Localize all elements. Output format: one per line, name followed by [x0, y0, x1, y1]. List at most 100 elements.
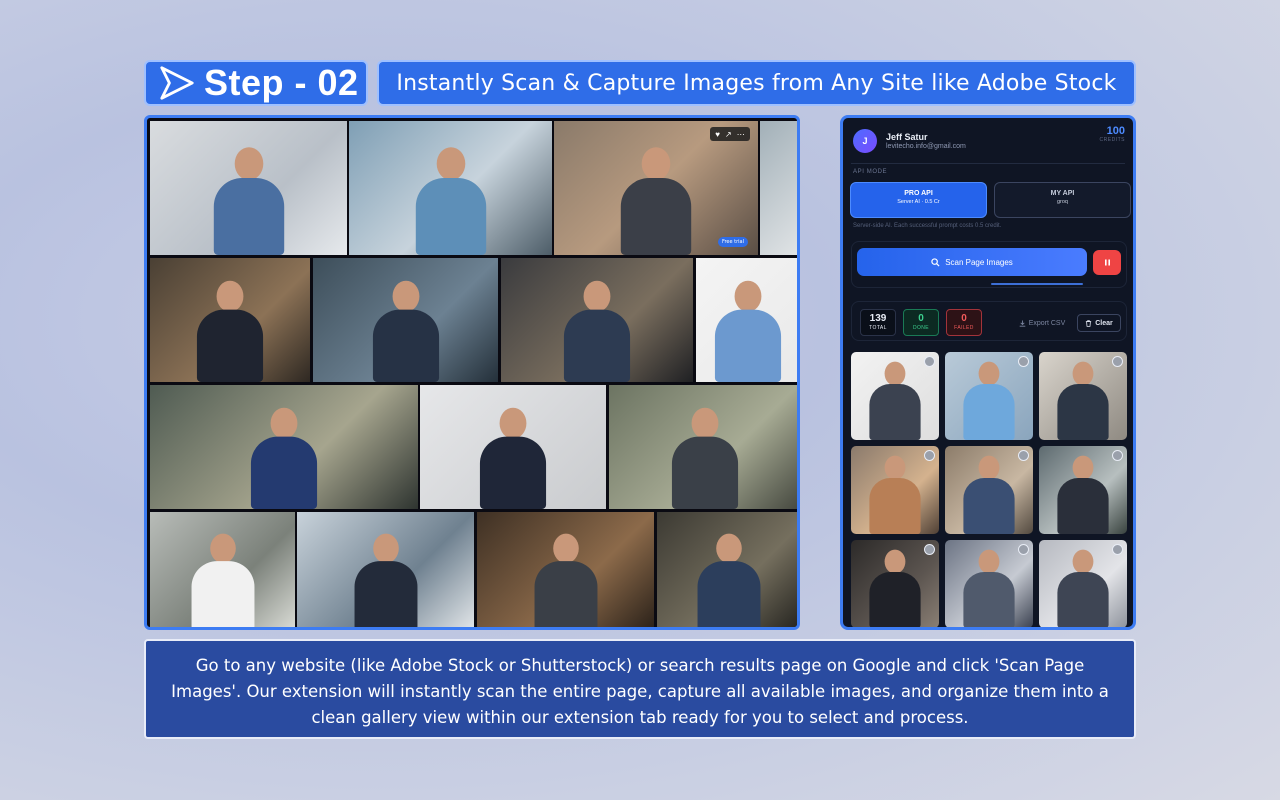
person-figure [534, 533, 597, 627]
person-figure [563, 280, 631, 382]
search-icon [931, 257, 940, 267]
stock-photo[interactable] [150, 385, 418, 509]
stat-total: 139 TOTAL [860, 309, 896, 336]
credits-label: CREDITS [1099, 137, 1125, 143]
photo-hover-actions[interactable]: ♥ ↗ ⋯ [710, 127, 750, 141]
person-figure [354, 533, 417, 627]
download-icon [1019, 319, 1026, 327]
select-checkbox[interactable] [1018, 356, 1029, 367]
select-checkbox[interactable] [1112, 356, 1123, 367]
credits-display: 100 CREDITS [1100, 125, 1125, 143]
stock-photo[interactable] [297, 512, 474, 627]
description-caption: Go to any website (like Adobe Stock or S… [144, 639, 1136, 739]
stock-photo[interactable] [760, 121, 797, 255]
person-figure [196, 280, 264, 382]
person-figure [1057, 361, 1109, 440]
scan-page-images-button[interactable]: Scan Page Images [857, 248, 1087, 276]
pro-api-button[interactable]: PRO API Server AI · 0.5 Cr [850, 182, 987, 218]
select-checkbox[interactable] [1112, 544, 1123, 555]
stat-total-label: TOTAL [869, 325, 887, 331]
captured-image-thumb[interactable] [851, 352, 939, 440]
share-icon[interactable]: ↗ [725, 130, 732, 139]
person-figure [714, 280, 782, 382]
person-figure [372, 280, 439, 382]
headline: Instantly Scan & Capture Images from Any… [377, 60, 1136, 106]
person-figure [415, 147, 486, 255]
stock-photo[interactable] [150, 121, 347, 255]
stock-photo[interactable] [657, 512, 797, 627]
credits-value: 100 [1106, 125, 1125, 137]
captured-image-thumb[interactable] [945, 446, 1033, 534]
extension-panel: J Jeff Satur levitecho.info@gmail.com 10… [840, 115, 1136, 630]
pro-api-title: PRO API [904, 190, 933, 197]
captured-image-thumb[interactable] [945, 540, 1033, 627]
person-figure [479, 407, 547, 509]
user-name: Jeff Satur [886, 132, 928, 142]
my-api-sub: groq [1056, 199, 1068, 205]
export-csv-label: Export CSV [1028, 319, 1066, 327]
stat-done-value: 0 [918, 313, 924, 324]
person-figure [697, 533, 760, 627]
stock-photo[interactable] [150, 512, 295, 627]
my-api-title: MY API [1050, 190, 1075, 197]
person-figure [869, 361, 921, 440]
captured-image-thumb[interactable] [851, 540, 939, 627]
my-api-button[interactable]: MY API groq [994, 182, 1131, 218]
select-checkbox[interactable] [1018, 544, 1029, 555]
person-figure [671, 407, 738, 509]
stock-photo[interactable] [150, 258, 310, 382]
export-csv-button[interactable]: Export CSV [1011, 314, 1073, 332]
stock-site-gallery: ♥ ↗ ⋯ Free trial [144, 115, 800, 630]
select-checkbox[interactable] [924, 356, 935, 367]
stock-photo[interactable] [477, 512, 654, 627]
captured-image-thumb[interactable] [1039, 540, 1127, 627]
step-badge: Step - 02 [144, 60, 368, 106]
divider [851, 163, 1125, 164]
heart-icon[interactable]: ♥ [715, 130, 720, 139]
select-checkbox[interactable] [1018, 450, 1029, 461]
stock-photo[interactable] [696, 258, 797, 382]
person-figure [250, 407, 318, 509]
free-trial-badge[interactable]: Free trial [717, 237, 748, 247]
person-figure [620, 147, 692, 255]
person-figure [963, 361, 1015, 440]
captured-image-thumb[interactable] [945, 352, 1033, 440]
person-figure [191, 533, 254, 627]
person-figure [869, 549, 921, 627]
captured-image-thumb[interactable] [1039, 446, 1127, 534]
clear-label: Clear [1095, 319, 1113, 327]
scan-button-label: Scan Page Images [945, 257, 1013, 267]
api-note: Server-side AI. Each successful prompt c… [853, 223, 1002, 229]
stock-photo[interactable] [420, 385, 606, 509]
stock-photo[interactable] [313, 258, 498, 382]
select-checkbox[interactable] [924, 450, 935, 461]
stat-done: 0 DONE [903, 309, 939, 336]
person-figure [1057, 549, 1109, 627]
captured-image-thumb[interactable] [1039, 352, 1127, 440]
pause-button[interactable] [1093, 250, 1121, 275]
stock-photo[interactable] [501, 258, 693, 382]
select-checkbox[interactable] [1112, 450, 1123, 461]
person-figure [963, 455, 1015, 534]
more-icon[interactable]: ⋯ [737, 130, 745, 139]
trash-icon [1086, 319, 1092, 327]
stat-total-value: 139 [869, 313, 887, 324]
stat-done-label: DONE [912, 325, 930, 331]
select-checkbox[interactable] [924, 544, 935, 555]
user-row: J Jeff Satur levitecho.info@gmail.com 10… [853, 122, 1125, 160]
stat-failed: 0 FAILED [946, 309, 982, 336]
user-email: levitecho.info@gmail.com [886, 143, 966, 150]
arrow-cursor-icon [160, 66, 194, 100]
pause-icon [1104, 259, 1110, 266]
person-figure [1057, 455, 1109, 534]
avatar[interactable]: J [853, 129, 877, 153]
clear-button[interactable]: Clear [1077, 314, 1121, 332]
stat-failed-label: FAILED [954, 325, 974, 331]
stock-photo[interactable] [349, 121, 552, 255]
person-figure [869, 455, 921, 534]
stock-photo[interactable]: ♥ ↗ ⋯ Free trial [554, 121, 758, 255]
stat-failed-value: 0 [961, 313, 967, 324]
captured-image-thumb[interactable] [851, 446, 939, 534]
stock-photo[interactable] [609, 385, 797, 509]
pro-api-sub: Server AI · 0.5 Cr [897, 199, 940, 205]
